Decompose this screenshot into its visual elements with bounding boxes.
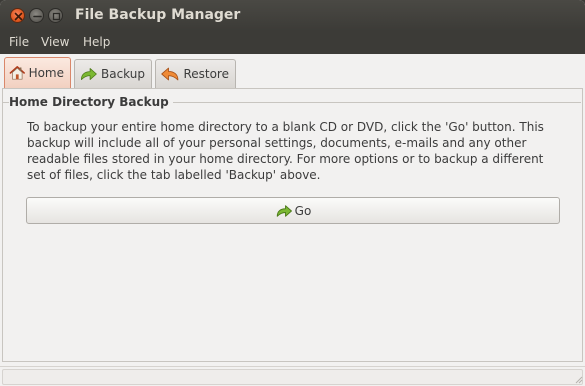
home-backup-description: To backup your entire home directory to … [27,120,544,182]
resize-grip-icon[interactable] [573,374,583,384]
tab-restore-label: Restore [183,67,229,81]
window-title: File Backup Manager [75,7,241,23]
minimize-icon [33,15,42,18]
close-window-button[interactable] [10,8,25,23]
menu-file[interactable]: File [9,35,29,49]
tab-home-label: Home [28,66,64,80]
tab-bar: Home Backup Restore [0,54,585,89]
home-icon [9,66,25,80]
home-tab-panel: Home Directory Backup To backup your ent… [2,88,583,362]
minimize-window-button[interactable] [29,8,44,23]
forward-arrow-icon [276,204,292,217]
forward-arrow-icon [80,68,97,80]
menu-bar: File View Help [0,31,585,54]
back-arrow-icon [161,67,179,81]
go-button-label: Go [294,203,312,218]
status-field [2,369,583,385]
go-button[interactable]: Go [26,197,560,224]
title-bar[interactable]: File Backup Manager [0,0,585,31]
status-bar [0,366,585,386]
maximize-window-button[interactable] [48,8,63,23]
close-icon [14,12,23,21]
section-title: Home Directory Backup [9,95,173,109]
tab-backup[interactable]: Backup [74,59,152,88]
app-window: File Backup Manager File View Help Home … [0,0,585,386]
tab-home[interactable]: Home [4,57,71,88]
maximize-icon [52,12,61,21]
tab-restore[interactable]: Restore [155,59,236,88]
tab-backup-label: Backup [101,67,145,81]
menu-view[interactable]: View [41,35,69,49]
menu-help[interactable]: Help [83,35,110,49]
